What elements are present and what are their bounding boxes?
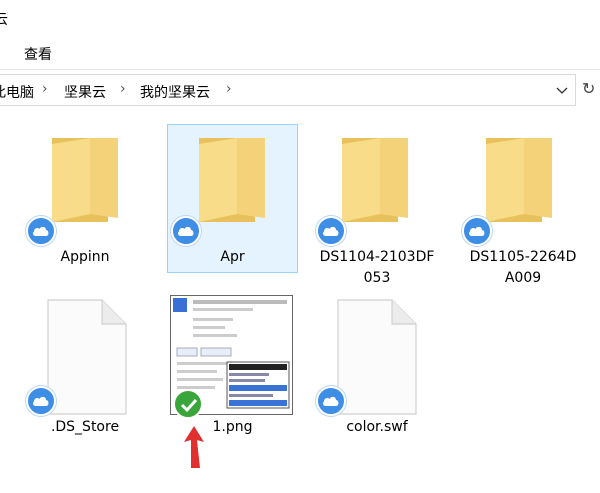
window-title: 云: [0, 12, 8, 28]
folder-icon: [52, 138, 118, 222]
folder-icon: [199, 138, 265, 222]
chevron-down-icon[interactable]: [554, 82, 570, 98]
title-bar: 云: [0, 0, 600, 36]
item-label: .DS_Store: [50, 419, 120, 435]
folder-item-apr[interactable]: Apr: [167, 124, 298, 274]
item-label: color.swf: [346, 419, 408, 435]
item-label: Apr: [220, 249, 245, 265]
chevron-right-icon[interactable]: ›: [42, 81, 48, 97]
item-label-line1: DS1105-2264D: [469, 249, 577, 265]
folder-item-ds1104[interactable]: DS1104-2103DF 053: [312, 124, 442, 294]
item-label-line2: 053: [363, 270, 391, 286]
folder-item-appinn[interactable]: Appinn: [20, 124, 150, 274]
breadcrumb-this-pc[interactable]: 此电脑: [0, 82, 34, 102]
cloud-icon: [26, 216, 56, 246]
refresh-icon[interactable]: ↻: [582, 79, 595, 98]
cloud-icon: [26, 386, 56, 416]
address-box[interactable]: 此电脑 › 坚果云 › 我的坚果云 ›: [0, 74, 576, 106]
tab-view[interactable]: 查看: [24, 44, 52, 64]
file-item-color-swf[interactable]: color.swf: [312, 298, 442, 448]
breadcrumb-jianguoyun[interactable]: 坚果云: [64, 82, 106, 102]
cloud-icon: [171, 216, 201, 246]
blank-file-icon: [337, 299, 417, 415]
folder-item-ds1105[interactable]: DS1105-2264D A009: [458, 124, 588, 294]
item-label: Appinn: [60, 249, 110, 265]
chevron-right-icon[interactable]: ›: [226, 81, 232, 97]
cloud-icon: [316, 216, 346, 246]
ribbon: 查看: [0, 36, 600, 70]
item-label-line2: A009: [504, 270, 542, 286]
item-label-line1: DS1104-2103DF: [319, 249, 435, 265]
folder-icon: [342, 138, 408, 222]
cloud-icon: [462, 216, 492, 246]
breadcrumb-my-jianguoyun[interactable]: 我的坚果云: [140, 82, 210, 102]
file-item-ds-store[interactable]: .DS_Store: [20, 298, 150, 448]
check-icon: [173, 389, 203, 419]
address-bar[interactable]: 此电脑 › 坚果云 › 我的坚果云 › ↻: [0, 74, 600, 106]
red-arrow-icon: [184, 426, 204, 468]
chevron-right-icon[interactable]: ›: [120, 81, 126, 97]
folder-icon: [486, 138, 552, 222]
blank-file-icon: [47, 299, 127, 415]
cloud-icon: [316, 386, 346, 416]
